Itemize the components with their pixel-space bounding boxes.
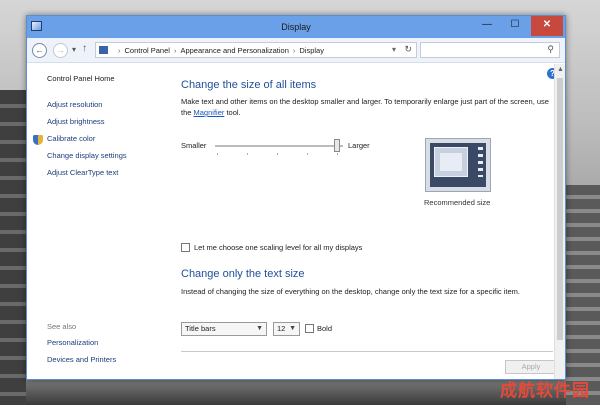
sidebar-item-calibrate-color[interactable]: Calibrate color — [47, 134, 95, 143]
up-arrow-icon[interactable]: ↑ — [82, 43, 87, 54]
text-item-select[interactable]: Title bars ▼ — [181, 322, 267, 336]
maximize-button[interactable]: ☐ — [501, 16, 529, 36]
sidebar-item-change-display-settings[interactable]: Change display settings — [47, 151, 127, 160]
breadcrumb-control-panel[interactable]: Control Panel — [125, 46, 170, 55]
minimize-button[interactable]: — — [473, 16, 501, 36]
slider-larger-label: Larger — [348, 141, 370, 150]
sidebar-item-devices-and-printers[interactable]: Devices and Printers — [47, 355, 116, 364]
text-size-select-value: 12 — [277, 324, 286, 333]
scroll-up-icon[interactable]: ▲ — [557, 66, 564, 73]
background-street — [26, 380, 566, 405]
preview-strip — [478, 147, 483, 177]
magnifier-link[interactable]: Magnifier — [194, 108, 225, 117]
close-button[interactable]: ✕ — [531, 16, 563, 36]
section-description-text-size: Instead of changing the size of everythi… — [181, 287, 520, 296]
section-divider — [181, 351, 553, 352]
section-description-size-all-items: Make text and other items on the desktop… — [181, 96, 551, 118]
see-also-heading: See also — [47, 322, 77, 331]
sidebar-item-adjust-resolution[interactable]: Adjust resolution — [47, 100, 102, 109]
slider-ticks — [217, 153, 341, 155]
control-panel-icon — [99, 46, 108, 54]
display-preview-image — [425, 138, 491, 192]
background-building-left — [0, 90, 26, 405]
description-text-end: tool. — [224, 108, 241, 117]
slider-smaller-label: Smaller — [181, 141, 207, 150]
text-size-select[interactable]: 12 ▼ — [273, 322, 300, 336]
recommended-size-caption: Recommended size — [424, 198, 491, 207]
content-area: Control Panel Home Adjust resolution Adj… — [27, 64, 565, 379]
back-arrow-icon[interactable]: ← — [32, 43, 47, 58]
address-history-chevron-icon[interactable]: ▾ — [392, 45, 396, 54]
breadcrumb-display[interactable]: Display — [299, 46, 324, 55]
navigation-bar: ← → ▾ ↑ › Control Panel › Appearance and Pe… — [27, 38, 565, 63]
sidebar-item-home[interactable]: Control Panel Home — [47, 74, 115, 83]
bold-checkbox-label[interactable]: Bold — [317, 324, 332, 333]
refresh-icon[interactable]: ↻ — [404, 44, 412, 55]
scrollbar-thumb[interactable] — [557, 78, 563, 340]
size-slider-thumb[interactable] — [333, 139, 340, 152]
vertical-scrollbar[interactable]: ▲ — [554, 64, 565, 379]
background-building-right — [566, 185, 600, 405]
text-item-select-value: Title bars — [185, 324, 216, 333]
section-title-size-all-items: Change the size of all items — [181, 79, 317, 91]
bold-checkbox[interactable] — [305, 324, 314, 333]
preview-window-inner — [440, 153, 462, 171]
section-title-text-size: Change only the text size — [181, 268, 305, 280]
site-watermark: 成航软件园 — [500, 381, 590, 400]
size-slider-track[interactable] — [215, 145, 343, 147]
title-bar[interactable]: Display — ☐ ✕ — [27, 16, 565, 38]
search-icon[interactable]: ⚲ — [547, 44, 554, 55]
display-window: Display — ☐ ✕ ← → ▾ ↑ › Control Panel › App… — [26, 15, 566, 380]
sidebar-item-adjust-cleartype[interactable]: Adjust ClearType text — [47, 168, 118, 177]
breadcrumb-appearance[interactable]: Appearance and Personalization — [180, 46, 288, 55]
sidebar-item-personalization[interactable]: Personalization — [47, 338, 98, 347]
shield-icon — [33, 135, 43, 145]
chevron-down-icon: ▼ — [289, 325, 296, 332]
scaling-level-checkbox[interactable] — [181, 243, 190, 252]
apply-button[interactable]: Apply — [505, 360, 557, 374]
main-panel: ? Change the size of all items Make text… — [177, 64, 558, 379]
breadcrumb: › Control Panel › Appearance and Personaliz… — [118, 46, 324, 55]
search-input[interactable]: ⚲ — [420, 42, 560, 58]
recent-locations-dropdown-icon[interactable]: ▾ — [72, 45, 76, 54]
sidebar: Control Panel Home Adjust resolution Adj… — [27, 64, 172, 379]
address-bar[interactable]: › Control Panel › Appearance and Personaliz… — [95, 42, 417, 58]
sidebar-item-adjust-brightness[interactable]: Adjust brightness — [47, 117, 105, 126]
chevron-down-icon: ▼ — [256, 325, 263, 332]
forward-arrow-icon[interactable]: → — [53, 43, 68, 58]
scaling-level-checkbox-label[interactable]: Let me choose one scaling level for all … — [194, 243, 362, 252]
